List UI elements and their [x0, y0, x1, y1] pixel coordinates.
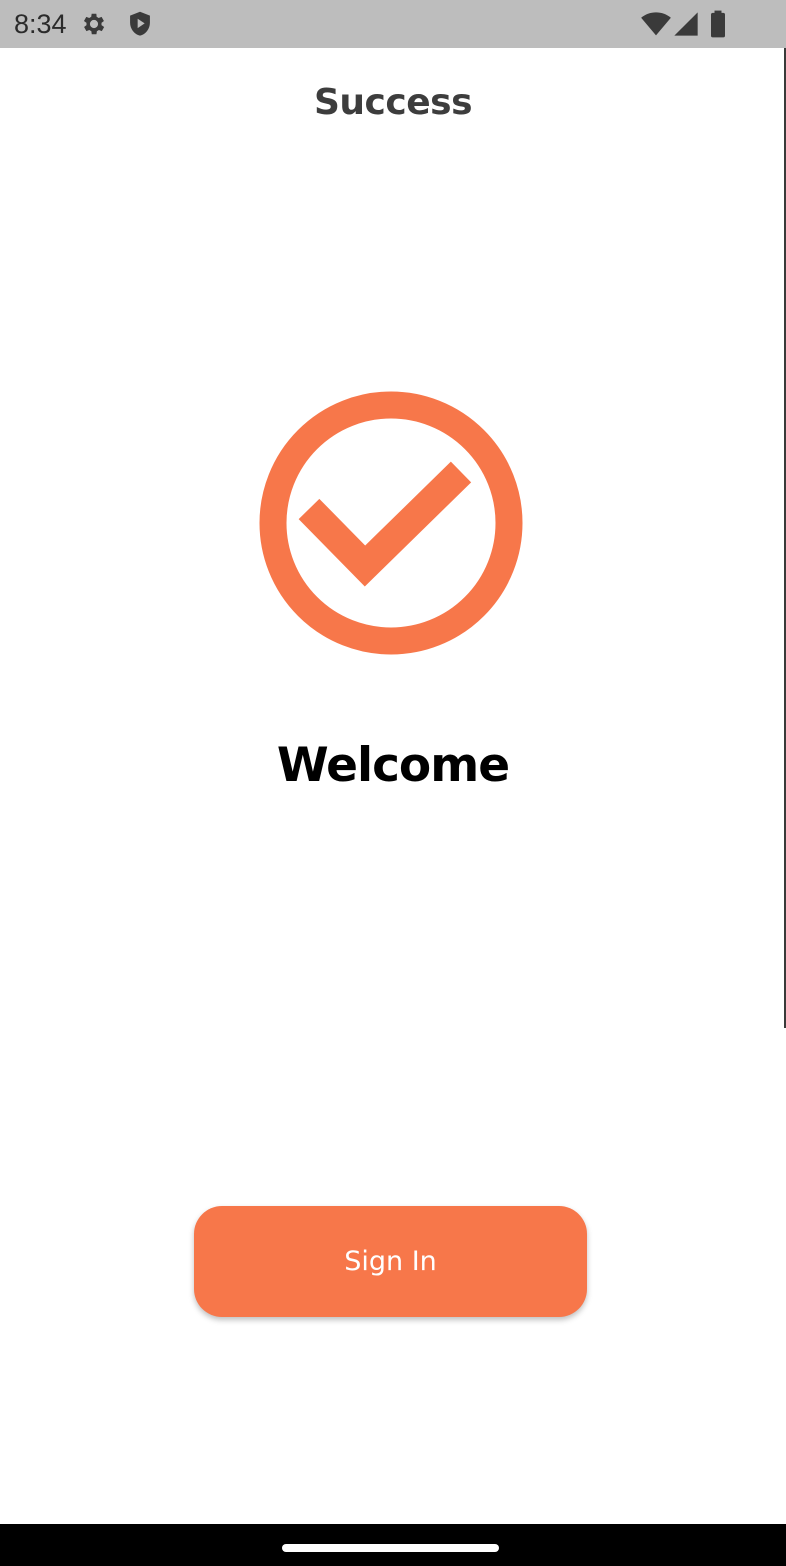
sign-in-button[interactable]: Sign In: [194, 1206, 587, 1317]
navigation-bar: [0, 1524, 786, 1566]
status-bar: 8:34: [0, 0, 786, 48]
welcome-heading: Welcome: [276, 738, 510, 793]
battery-icon: [711, 10, 725, 38]
page-title: Success: [313, 82, 473, 123]
home-gesture-handle[interactable]: [282, 1544, 499, 1552]
shield-play-icon: [130, 11, 150, 36]
sign-in-label: Sign In: [344, 1246, 437, 1277]
cellular-signal-icon: [674, 12, 698, 36]
gear-icon: [83, 13, 105, 35]
check-circle-icon: [259, 391, 523, 655]
status-time: 8:34: [14, 9, 67, 39]
app-screen: 8:34 Success Welcome Sign In: [0, 0, 786, 1566]
wifi-icon: [641, 12, 671, 36]
